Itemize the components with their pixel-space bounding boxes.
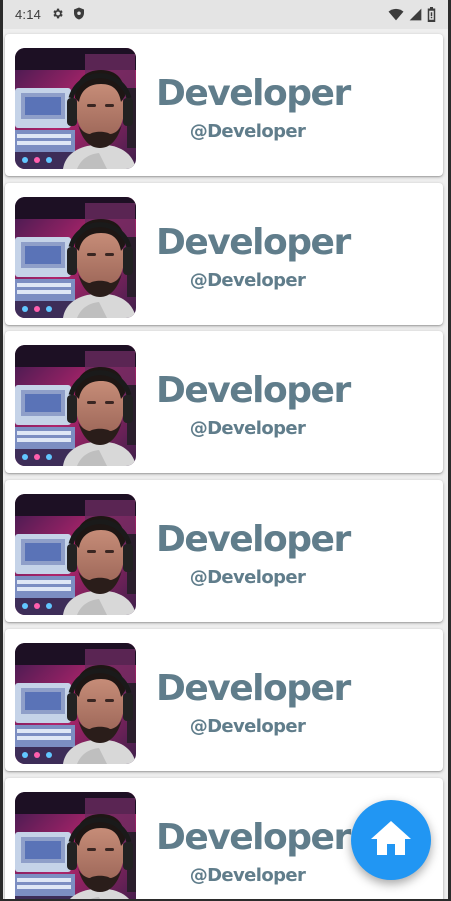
developer-card[interactable]: Developer @Developer xyxy=(5,331,443,474)
avatar xyxy=(15,345,136,467)
developer-card[interactable]: Developer @Developer xyxy=(5,182,443,325)
developer-handle: @Developer xyxy=(189,121,306,142)
developer-name: Developer xyxy=(156,519,351,561)
status-bar: 4:14 xyxy=(3,0,448,29)
gear-icon xyxy=(51,7,64,23)
shield-icon xyxy=(73,7,85,23)
wifi-icon xyxy=(388,8,404,24)
developer-handle: @Developer xyxy=(189,567,306,589)
developer-handle: @Developer xyxy=(189,864,306,886)
signal-icon xyxy=(409,8,422,24)
avatar xyxy=(15,791,136,899)
avatar xyxy=(15,196,136,318)
home-fab-button[interactable] xyxy=(351,800,431,880)
avatar xyxy=(15,642,136,764)
avatar xyxy=(15,494,136,616)
developer-card[interactable]: Developer @Developer xyxy=(5,34,443,176)
avatar xyxy=(15,48,136,169)
status-right-icons xyxy=(388,7,436,25)
developer-card[interactable]: Developer @Developer xyxy=(5,628,443,771)
developer-handle: @Developer xyxy=(189,715,306,737)
status-left-icons xyxy=(51,7,85,23)
developer-handle: @Developer xyxy=(189,269,306,291)
developer-name: Developer xyxy=(156,370,351,412)
status-time: 4:14 xyxy=(15,7,42,22)
developer-name: Developer xyxy=(156,667,351,709)
battery-icon xyxy=(427,7,436,25)
app-screen: 4:14 Developer @Developer Developer @Dev… xyxy=(3,0,448,899)
developer-handle: @Developer xyxy=(189,418,306,440)
developer-card[interactable]: Developer @Developer xyxy=(5,480,443,623)
developer-name: Developer xyxy=(156,816,351,858)
home-icon xyxy=(370,819,412,862)
developer-name: Developer xyxy=(156,221,351,263)
developer-name: Developer xyxy=(156,73,351,114)
